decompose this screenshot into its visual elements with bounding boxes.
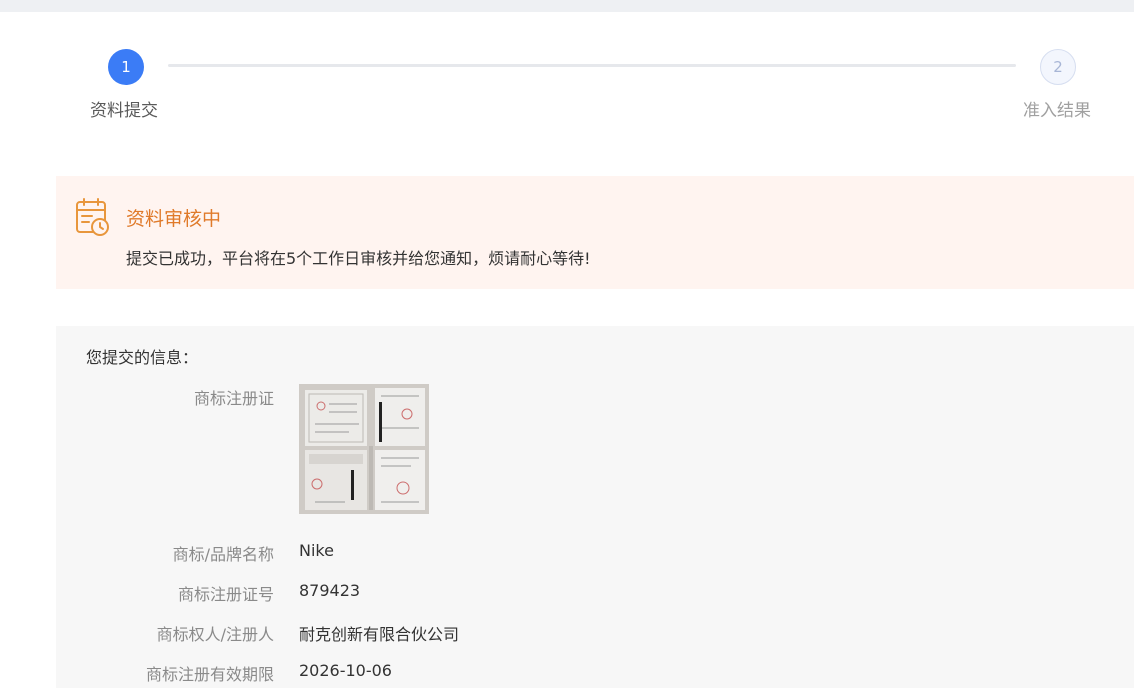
progress-stepper: 1 资料提交 2 准入结果 (0, 12, 1134, 152)
registrant-value: 耐克创新有限合伙公司 (299, 625, 460, 644)
brand-name-label: 商标/品牌名称 (172, 545, 274, 564)
validity-period-label: 商标注册有效期限 (145, 665, 274, 684)
brand-name-value: Nike (299, 541, 334, 560)
trademark-certificate-label: 商标注册证 (193, 389, 274, 408)
step-1-indicator: 1 (108, 49, 144, 85)
calendar-clock-icon (75, 197, 111, 237)
notice-title: 资料审核中 (126, 208, 222, 230)
registrant-label: 商标权人/注册人 (156, 625, 274, 644)
registration-number-value: 879423 (299, 581, 361, 600)
top-bar (0, 0, 1134, 12)
stepper-connector-line (168, 64, 1016, 67)
info-heading: 您提交的信息： (86, 348, 199, 367)
review-status-notice: 资料审核中 提交已成功，平台将在5个工作日审核并给您通知，烦请耐心等待! (56, 176, 1134, 289)
registration-number-label: 商标注册证号 (177, 585, 274, 604)
submitted-info-panel: 您提交的信息： 商标注册证 商标/品牌名称 Nike 商标注册证号 879423… (56, 326, 1134, 688)
step-2-label: 准入结果 (1023, 101, 1091, 121)
notice-message: 提交已成功，平台将在5个工作日审核并给您通知，烦请耐心等待! (126, 249, 591, 268)
step-1-label: 资料提交 (90, 101, 158, 121)
validity-period-value: 2026-10-06 (299, 661, 392, 680)
trademark-certificate-image[interactable] (299, 384, 429, 514)
step-2-indicator: 2 (1040, 49, 1076, 85)
